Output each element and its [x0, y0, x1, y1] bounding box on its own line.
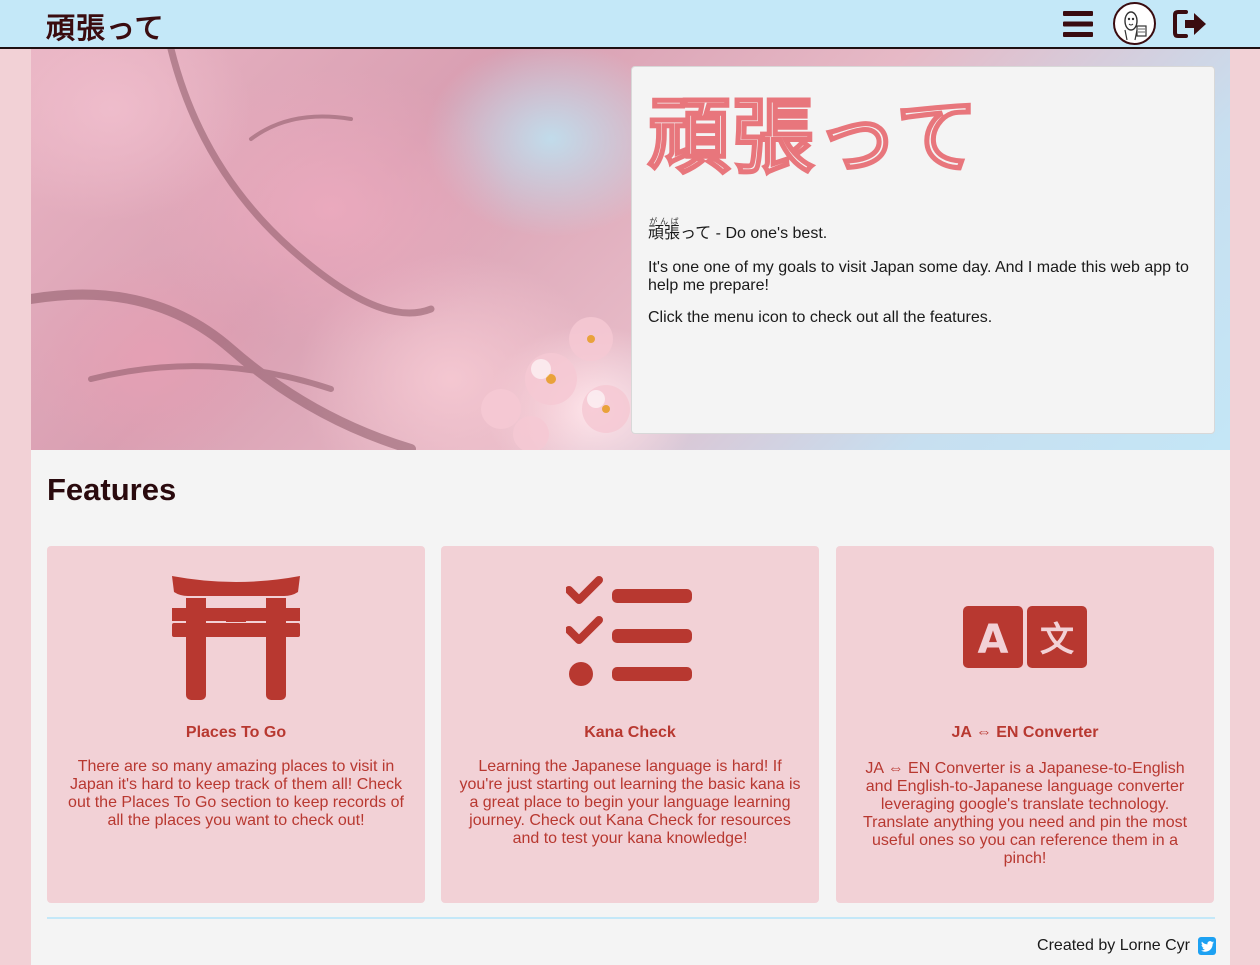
- card-description: JA ⇔ EN Converter is a Japanese-to-Engli…: [862, 760, 1188, 867]
- feature-cards: Places To Go There are so many amazing p…: [47, 546, 1215, 903]
- top-navbar: 頑張って: [0, 0, 1260, 49]
- twitter-icon[interactable]: [1198, 937, 1216, 955]
- torii-gate-icon: [172, 576, 300, 700]
- language-translate-icon: A 文: [963, 606, 1087, 668]
- hero-banner: 頑張って 頑張がんばって - Do one's best. It's one o…: [31, 49, 1230, 450]
- task-list-icon: [566, 576, 692, 686]
- ganbatte-meaning: - Do one's best.: [711, 225, 828, 242]
- features-heading: Features: [47, 472, 177, 507]
- footer-credit: Created by Lorne Cyr: [1037, 937, 1190, 954]
- avatar-sketch-icon: [1124, 11, 1147, 41]
- card-description: Learning the Japanese language is hard! …: [459, 758, 801, 847]
- page-content: 頑張って 頑張がんばって - Do one's best. It's one o…: [31, 49, 1230, 965]
- hero-title: 頑張って: [647, 90, 980, 185]
- user-avatar[interactable]: [1113, 2, 1156, 45]
- hamburger-menu-icon[interactable]: [1063, 10, 1093, 38]
- svg-text:A: A: [978, 617, 1009, 663]
- card-title: JA ⇔ EN Converter: [951, 724, 1099, 741]
- card-title: Places To Go: [185, 724, 287, 741]
- ganbatte-kana: って: [680, 225, 712, 242]
- intro-card: 頑張って 頑張がんばって - Do one's best. It's one o…: [631, 66, 1215, 434]
- menu-hint-paragraph: Click the menu icon to check out all the…: [648, 309, 993, 326]
- card-ja-en-converter[interactable]: A 文 JA ⇔ EN Converter JA ⇔ EN Converter …: [836, 546, 1214, 903]
- footer: Created by Lorne Cyr: [1037, 936, 1216, 956]
- ganbatte-kanji: 頑張: [648, 225, 681, 242]
- ganbatte-definition: 頑張がんばって - Do one's best.: [648, 217, 1198, 245]
- svg-text:文: 文: [1040, 620, 1074, 660]
- intro-paragraph: It's one one of my goals to visit Japan …: [648, 259, 1189, 294]
- card-places-to-go[interactable]: Places To Go There are so many amazing p…: [47, 546, 425, 903]
- card-description: There are so many amazing places to visi…: [68, 758, 404, 829]
- sign-out-icon[interactable]: [1173, 9, 1208, 39]
- footer-divider: [47, 917, 1215, 919]
- brand-logo[interactable]: 頑張って: [46, 5, 165, 47]
- cherry-blossom-background: [31, 49, 630, 450]
- card-kana-check[interactable]: Kana Check Learning the Japanese languag…: [441, 546, 819, 903]
- furigana-reading: がんば: [648, 217, 680, 226]
- card-title: Kana Check: [584, 724, 676, 741]
